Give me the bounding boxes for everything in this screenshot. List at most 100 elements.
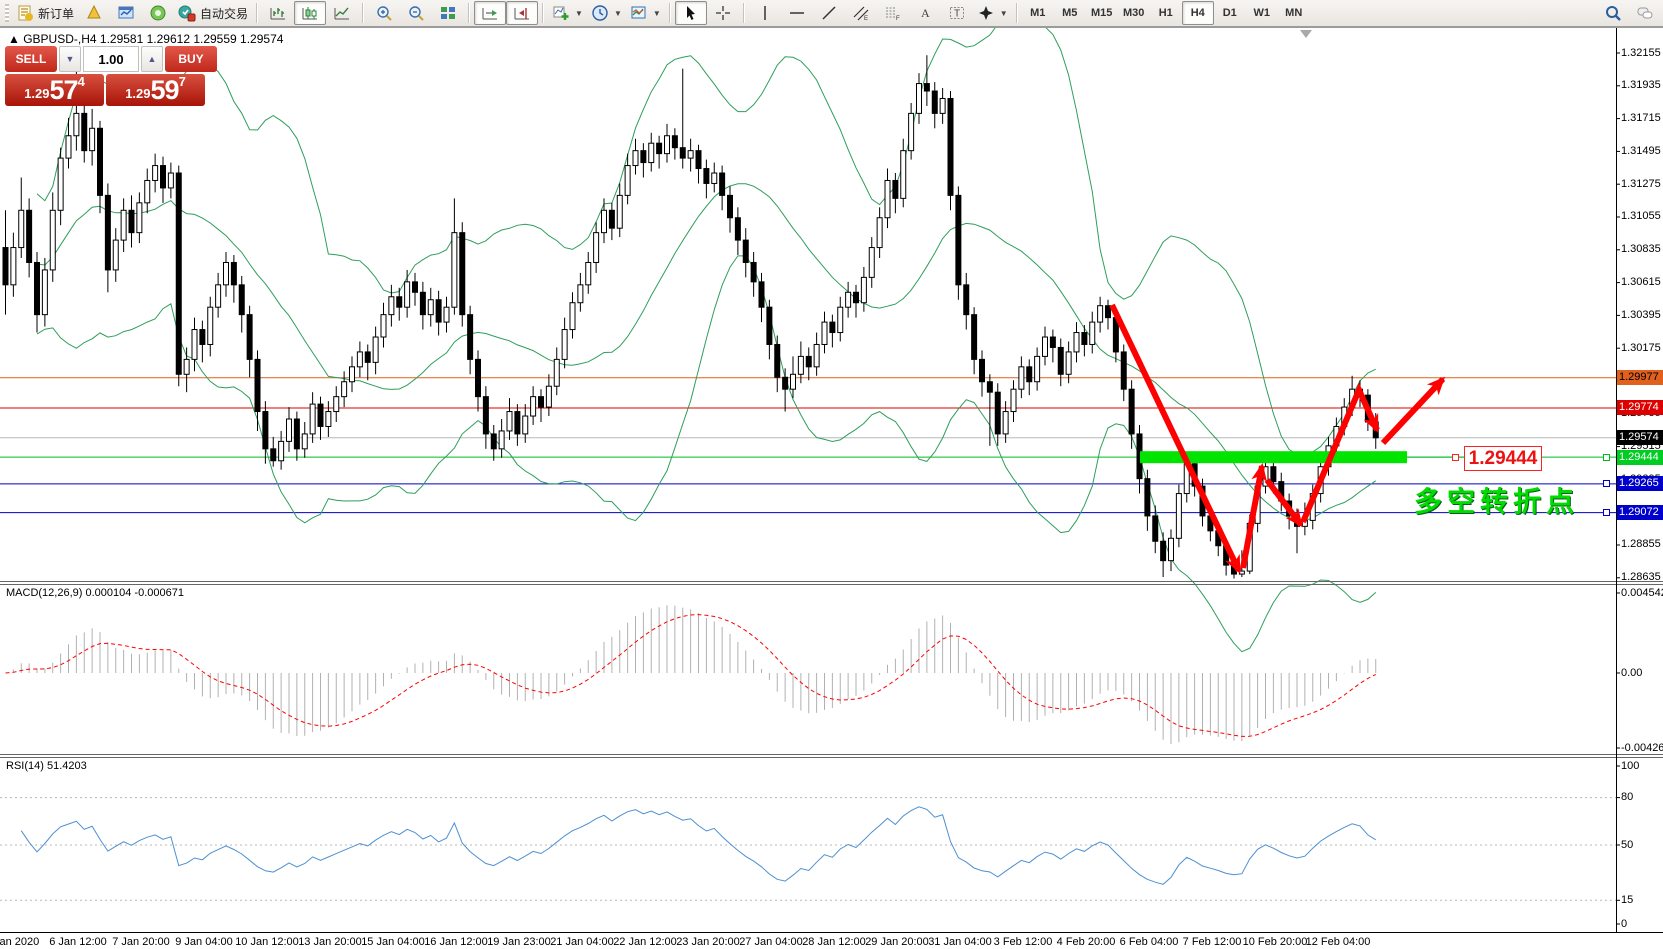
line-selection-handle[interactable] <box>1603 509 1610 516</box>
gold-pointer-icon <box>85 4 103 22</box>
macd-axis-tick: 0.004542 <box>1621 587 1663 599</box>
equidistant-channel-icon: E <box>852 4 870 22</box>
search-button[interactable] <box>1597 1 1629 25</box>
trendline-tool-button[interactable] <box>813 1 845 25</box>
indicators-icon <box>552 4 570 22</box>
price-axis-tick: 1.31055 <box>1621 210 1661 222</box>
rsi-axis-tick: 50 <box>1621 839 1633 851</box>
auto-scroll-icon <box>481 4 499 22</box>
mt4-window: 新订单 自动交易 <box>0 0 1663 949</box>
chart-shift-marker[interactable] <box>1300 30 1312 38</box>
timeframe-h1[interactable]: H1 <box>1150 1 1182 25</box>
lot-size-input[interactable] <box>83 46 139 72</box>
line-selection-handle[interactable] <box>1603 454 1610 461</box>
periods-button[interactable]: ▼ <box>587 1 626 25</box>
arrows-tool-button[interactable]: ▼ <box>973 1 1012 25</box>
buy-button[interactable]: BUY <box>165 46 217 72</box>
zoom-in-button[interactable] <box>368 1 400 25</box>
price-level-label: 1.29072 <box>1617 505 1663 520</box>
time-axis-label: 13 Jan 20:00 <box>298 936 362 948</box>
lot-increase-button[interactable]: ▲ <box>141 46 163 72</box>
turning-point-annotation[interactable]: 多空转折点 <box>1414 480 1579 520</box>
line-selection-handle[interactable] <box>1452 454 1459 461</box>
toolbar-separator <box>362 3 364 23</box>
timeframe-d1[interactable]: D1 <box>1214 1 1246 25</box>
time-axis-label: 16 Jan 12:00 <box>424 936 488 948</box>
crosshair-tool-button[interactable] <box>707 1 739 25</box>
community-button[interactable] <box>142 1 174 25</box>
templates-button[interactable]: ▼ <box>626 1 665 25</box>
auto-trading-button[interactable]: 自动交易 <box>174 1 252 25</box>
label-tool-button[interactable]: T <box>941 1 973 25</box>
sell-price-tile[interactable]: 1.29574 <box>5 74 104 106</box>
market-watch-button[interactable] <box>110 1 142 25</box>
toolbar-separator <box>542 3 544 23</box>
bar-chart-icon <box>269 4 287 22</box>
timeframe-mn[interactable]: MN <box>1278 1 1310 25</box>
chart-shift-button[interactable] <box>506 1 538 25</box>
toolbar-separator <box>256 3 258 23</box>
price-axis-tick: 1.31935 <box>1621 79 1661 91</box>
buy-price-main: 1.29 <box>125 84 150 104</box>
clock-icon <box>591 4 609 22</box>
auto-scroll-button[interactable] <box>474 1 506 25</box>
time-axis-label: 10 Feb 20:00 <box>1243 936 1308 948</box>
timeframe-m30[interactable]: M30 <box>1118 1 1150 25</box>
timeframe-w1[interactable]: W1 <box>1246 1 1278 25</box>
timeframe-m1[interactable]: M1 <box>1022 1 1054 25</box>
timeframe-m15[interactable]: M15 <box>1086 1 1118 25</box>
price-axis-tick: 1.31495 <box>1621 145 1661 157</box>
rsi-indicator-label: RSI(14) 51.4203 <box>6 760 87 772</box>
chart-canvas[interactable] <box>0 0 1663 949</box>
zoom-out-icon <box>407 4 425 22</box>
rsi-axis-tick: 15 <box>1621 894 1633 906</box>
lot-decrease-button[interactable]: ▼ <box>59 46 81 72</box>
horizontal-line-tool-button[interactable] <box>781 1 813 25</box>
timeframe-h4[interactable]: H4 <box>1182 1 1214 25</box>
vertical-line-tool-button[interactable] <box>749 1 781 25</box>
timeframe-m5[interactable]: M5 <box>1054 1 1086 25</box>
price-axis-tick: 1.31275 <box>1621 178 1661 190</box>
bar-chart-button[interactable] <box>262 1 294 25</box>
time-axis-label: 3 Feb 12:00 <box>994 936 1053 948</box>
candlestick-chart-button[interactable] <box>294 1 326 25</box>
buy-price-tile[interactable]: 1.29597 <box>106 74 205 106</box>
fibonacci-icon: F <box>884 4 902 22</box>
text-tool-button[interactable]: A <box>909 1 941 25</box>
line-chart-button[interactable] <box>326 1 358 25</box>
time-axis-label: 12 Feb 04:00 <box>1306 936 1371 948</box>
price-tag-annotation[interactable]: 1.29444 <box>1464 446 1542 471</box>
svg-text:A: A <box>921 6 930 20</box>
indicators-button[interactable]: ▼ <box>548 1 587 25</box>
toolbar-separator <box>743 3 745 23</box>
sell-button[interactable]: SELL <box>5 46 57 72</box>
price-axis-tick: 1.28635 <box>1621 571 1661 583</box>
svg-text:F: F <box>896 16 900 22</box>
trendline-icon <box>820 4 838 22</box>
zoom-out-button[interactable] <box>400 1 432 25</box>
time-axis-label: 29 Jan 20:00 <box>865 936 929 948</box>
line-selection-handle[interactable] <box>1603 480 1610 487</box>
chat-button[interactable] <box>1629 1 1661 25</box>
time-axis-label: 10 Jan 12:00 <box>235 936 299 948</box>
cursor-icon <box>682 4 700 22</box>
cursor-tool-button[interactable] <box>675 1 707 25</box>
new-order-button[interactable]: 新订单 <box>12 1 78 25</box>
dropdown-arrow-icon: ▼ <box>575 9 583 18</box>
tile-windows-button[interactable] <box>432 1 464 25</box>
price-level-label: 1.29774 <box>1617 400 1663 415</box>
line-chart-icon <box>333 4 351 22</box>
price-level-label: 1.29977 <box>1617 370 1663 385</box>
sell-price-main: 1.29 <box>24 84 49 104</box>
macd-axis-tick: 0.00 <box>1621 667 1642 679</box>
chart-window-button[interactable] <box>78 1 110 25</box>
macd-axis-tick: -0.004262 <box>1621 742 1663 754</box>
crosshair-icon <box>714 4 732 22</box>
rsi-axis-tick: 80 <box>1621 791 1633 803</box>
buy-price-pip: 7 <box>179 75 186 88</box>
fibonacci-tool-button[interactable]: F <box>877 1 909 25</box>
new-order-icon <box>16 4 34 22</box>
zoom-in-icon <box>375 4 393 22</box>
toolbar-grip[interactable] <box>5 4 9 22</box>
channel-tool-button[interactable]: E <box>845 1 877 25</box>
